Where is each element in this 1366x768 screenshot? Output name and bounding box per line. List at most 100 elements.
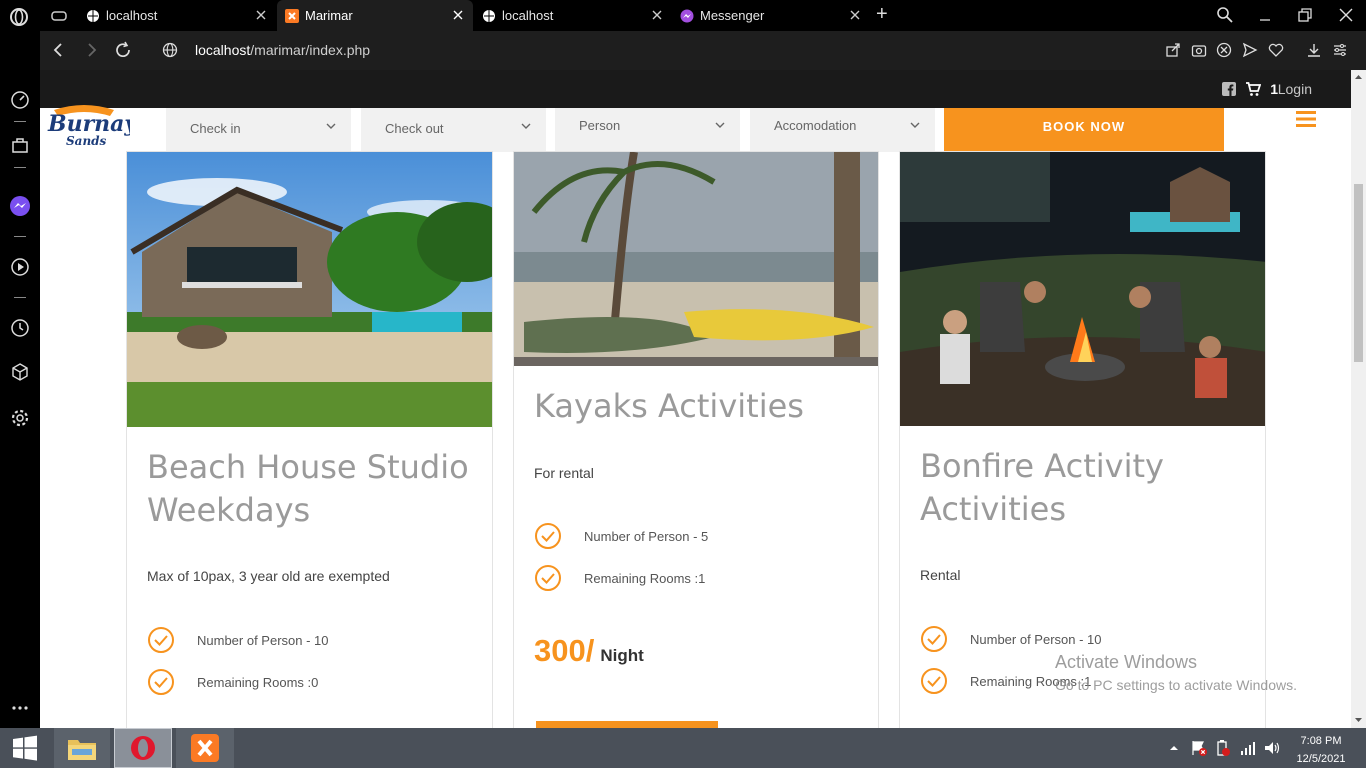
action-center-flag-icon[interactable] <box>1190 739 1208 757</box>
book-now-button[interactable]: BOOK NOW <box>944 108 1224 151</box>
power-battery-icon[interactable] <box>1214 739 1232 757</box>
room-card-bonfire[interactable]: Bonfire Activity Activities Rental Numbe… <box>899 151 1266 728</box>
new-tab-button[interactable]: + <box>876 3 888 26</box>
show-hidden-icons-icon[interactable] <box>1168 742 1180 754</box>
facebook-icon[interactable] <box>1222 82 1236 96</box>
snapshot-camera-icon[interactable] <box>1191 42 1207 58</box>
close-tab-icon[interactable] <box>650 8 664 22</box>
close-tab-icon[interactable] <box>254 8 268 22</box>
cart-icon[interactable] <box>1245 81 1261 97</box>
windows-taskbar: 7:08 PM 12/5/2021 <box>0 728 1366 768</box>
messenger-icon[interactable] <box>9 195 31 217</box>
site-info-globe-icon[interactable] <box>162 42 178 58</box>
scroll-down-icon[interactable] <box>1354 715 1363 724</box>
tab-label: Messenger <box>700 8 765 23</box>
scroll-up-icon[interactable] <box>1354 73 1363 82</box>
sidebar-divider <box>14 236 26 237</box>
volume-icon[interactable] <box>1263 739 1281 757</box>
opera-logo-icon[interactable] <box>8 6 30 28</box>
downloads-icon[interactable] <box>1306 42 1322 58</box>
globe-icon <box>482 9 496 23</box>
taskbar-clock[interactable]: 7:08 PM 12/5/2021 <box>1288 734 1354 766</box>
chevron-down-icon <box>520 120 532 132</box>
logo-text-sands: Sands <box>66 134 107 148</box>
room-card-beach-house[interactable]: Beach House Studio Weekdays Max of 10pax… <box>126 151 493 728</box>
feature-text: Number of Person - 10 <box>197 632 329 648</box>
beach-house-photo[interactable] <box>127 152 492 427</box>
xampp-taskbar-icon[interactable] <box>176 728 234 768</box>
activate-windows-title: Activate Windows <box>1055 652 1198 672</box>
chevron-down-icon <box>325 120 337 132</box>
check-circle-icon <box>920 625 948 653</box>
price-value: 300/ <box>534 633 595 668</box>
tab-marimar[interactable]: Marimar <box>277 0 473 31</box>
adblock-icon[interactable] <box>1216 42 1232 58</box>
clock-time: 7:08 PM <box>1300 735 1342 747</box>
price-unit: Night <box>600 646 644 665</box>
page-viewport: 1 Login Check in Check out Person Accomo… <box>40 70 1351 728</box>
sidebar-divider <box>14 121 26 122</box>
easy-setup-icon[interactable] <box>1332 42 1348 58</box>
opera-taskbar-icon[interactable] <box>114 728 172 768</box>
settings-gear-icon[interactable] <box>9 407 31 429</box>
windows-start-icon[interactable] <box>0 728 50 768</box>
chevron-down-icon <box>909 119 921 131</box>
minimize-window-icon[interactable] <box>1256 6 1274 24</box>
sidebar-divider <box>14 297 26 298</box>
share-icon[interactable] <box>1165 42 1181 58</box>
network-signal-icon[interactable] <box>1239 739 1257 757</box>
check-circle-icon <box>147 626 175 654</box>
close-tab-icon[interactable] <box>451 8 465 22</box>
tab-messenger[interactable]: Messenger <box>672 0 870 31</box>
close-window-icon[interactable] <box>1337 6 1355 24</box>
file-explorer-icon[interactable] <box>54 728 110 768</box>
card-description: Max of 10pax, 3 year old are exempted <box>147 568 390 584</box>
bonfire-photo[interactable] <box>900 152 1265 426</box>
check-in-select[interactable]: Check in <box>166 108 351 152</box>
kayaks-photo[interactable] <box>514 152 878 366</box>
tab-localhost-2[interactable]: localhost <box>474 0 672 31</box>
url-field[interactable]: localhost/marimar/index.php <box>195 42 370 58</box>
feature-remaining-rooms: Remaining Rooms :1 <box>534 564 705 592</box>
player-icon[interactable] <box>9 256 31 278</box>
more-options-icon[interactable] <box>9 697 31 719</box>
price-label: 300/Night <box>534 633 644 669</box>
send-icon[interactable] <box>1242 42 1258 58</box>
feature-text: Number of Person - 5 <box>584 528 709 544</box>
reload-icon[interactable] <box>114 41 132 59</box>
speed-dial-icon[interactable] <box>9 89 31 111</box>
workspace-icon[interactable] <box>9 134 31 156</box>
tab-label: localhost <box>502 8 554 23</box>
book-button[interactable] <box>536 721 718 728</box>
card-title[interactable]: Beach House Studio Weekdays <box>147 446 477 532</box>
browser-tab-bar: localhost Marimar localhost Messenger + <box>0 0 1366 31</box>
browser-sidebar <box>0 31 40 728</box>
feature-text: Remaining Rooms :1 <box>584 570 706 586</box>
chevron-down-icon <box>714 119 726 131</box>
login-link[interactable]: Login <box>1278 81 1312 97</box>
burnay-sands-logo[interactable]: Burnay Sands <box>44 104 139 150</box>
hamburger-menu-icon[interactable] <box>1296 110 1316 128</box>
search-tabs-icon[interactable] <box>1216 6 1234 24</box>
tab-islands-icon[interactable] <box>50 7 68 25</box>
accomodation-select[interactable]: Accomodation <box>750 108 935 152</box>
check-out-select[interactable]: Check out <box>361 108 546 152</box>
check-circle-icon <box>147 668 175 696</box>
person-select[interactable]: Person <box>555 108 740 152</box>
scrollbar-thumb[interactable] <box>1354 184 1363 362</box>
card-title[interactable]: Kayaks Activities <box>534 385 864 428</box>
extensions-icon[interactable] <box>9 361 31 383</box>
bookmark-heart-icon[interactable] <box>1268 42 1284 58</box>
page-scrollbar[interactable] <box>1351 70 1366 728</box>
tab-label: Marimar <box>305 8 353 23</box>
room-card-kayaks[interactable]: Kayaks Activities For rental Number of P… <box>513 151 879 728</box>
forward-icon[interactable] <box>82 41 100 59</box>
card-title[interactable]: Bonfire Activity Activities <box>920 445 1250 531</box>
tab-localhost-1[interactable]: localhost <box>78 0 276 31</box>
feature-text: Number of Person - 10 <box>970 631 1102 647</box>
restore-window-icon[interactable] <box>1296 6 1314 24</box>
history-icon[interactable] <box>9 317 31 339</box>
back-icon[interactable] <box>50 41 68 59</box>
booking-bar: Check in Check out Person Accomodation B… <box>40 108 1351 152</box>
close-tab-icon[interactable] <box>848 8 862 22</box>
